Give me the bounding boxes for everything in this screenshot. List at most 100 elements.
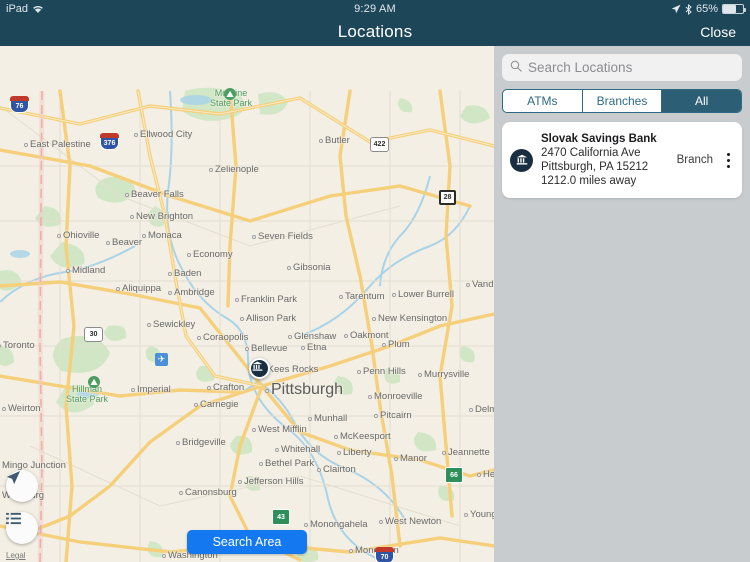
airport-icon: ✈	[155, 353, 168, 366]
map-town-dot	[238, 480, 242, 484]
highway-shield-376: 376	[100, 133, 119, 150]
map-town-dot	[57, 234, 61, 238]
segment-all[interactable]: All	[662, 90, 741, 112]
map-town-dot	[275, 448, 279, 452]
location-arrow-icon	[671, 4, 681, 14]
locations-panel: ATMsBranchesAll Slovak Savings Bank 2470 …	[494, 46, 750, 562]
battery-icon	[722, 4, 746, 14]
highway-shield-30: 30	[84, 327, 103, 342]
status-bar-right: 65%	[671, 0, 746, 18]
map-town-dot	[368, 395, 372, 399]
map-town-dot	[394, 457, 398, 461]
map-town-dot	[317, 468, 321, 472]
map-town-dot	[2, 407, 6, 411]
map-town-dot	[162, 554, 166, 558]
map-town-dot	[469, 408, 473, 412]
search-area-button[interactable]: Search Area	[187, 530, 307, 554]
location-distance: 1212.0 miles away	[541, 175, 637, 187]
search-container	[494, 46, 750, 87]
highway-shield-76: 76	[10, 96, 29, 113]
location-type-label: Branch	[676, 154, 713, 166]
locate-me-button[interactable]	[6, 470, 38, 502]
search-icon	[510, 59, 522, 77]
map-town-dot	[197, 336, 201, 340]
park-icon: ⛰	[224, 88, 236, 100]
list-item[interactable]: Slovak Savings Bank 2470 California Ave Pi…	[502, 122, 742, 198]
map-town-dot	[125, 193, 129, 197]
map-town-dot	[334, 435, 338, 439]
map-town-dot	[392, 293, 396, 297]
map-town-dot	[287, 266, 291, 270]
map-town-dot	[301, 346, 305, 350]
bluetooth-icon	[685, 3, 692, 15]
map-town-dot	[209, 168, 213, 172]
map-town-dot	[339, 295, 343, 299]
map-town-dot	[337, 451, 341, 455]
map-town-dot	[147, 323, 151, 327]
locations-screen: iPad 9:29 AM 65% Locations Close State P…	[0, 0, 750, 562]
map-town-dot	[319, 139, 323, 143]
map-town-dot	[240, 317, 244, 321]
close-button[interactable]: Close	[700, 18, 736, 46]
map-town-dot	[179, 491, 183, 495]
park-icon: ⛰	[88, 376, 100, 388]
highway-shield-28: 28	[439, 190, 456, 205]
map-town-dot	[245, 347, 249, 351]
navigation-bar: Locations Close	[0, 18, 750, 46]
search-input[interactable]	[528, 60, 734, 75]
map-town-dot	[168, 272, 172, 276]
map-town-dot	[304, 523, 308, 527]
bank-icon	[510, 148, 533, 172]
map-town-dot	[176, 441, 180, 445]
map-town-dot	[379, 520, 383, 524]
map-town-dot	[357, 370, 361, 374]
map-town-dot	[24, 143, 28, 147]
kebab-menu-icon[interactable]	[723, 152, 734, 168]
map-town-dot	[116, 287, 120, 291]
map-town-dot	[252, 428, 256, 432]
map-town-dot	[382, 343, 386, 347]
segment-atms[interactable]: ATMs	[503, 90, 583, 112]
clock: 9:29 AM	[354, 3, 396, 15]
status-bar: iPad 9:29 AM 65%	[0, 0, 750, 18]
highway-shield-70: 70	[375, 547, 394, 562]
map-town-dot	[288, 335, 292, 339]
map-town-dot	[130, 215, 134, 219]
map-town-dot	[207, 386, 211, 390]
map-legend-button[interactable]	[6, 512, 38, 544]
highway-shield-66: 66	[445, 467, 463, 483]
map-town-dot	[131, 388, 135, 392]
map-town-dot	[134, 133, 138, 137]
locations-list: Slovak Savings Bank 2470 California Ave Pi…	[502, 122, 742, 198]
location-city-state-zip: Pittsburgh, PA 15212	[541, 161, 649, 173]
map-town-dot	[265, 389, 269, 393]
map-town-dot	[374, 414, 378, 418]
legal-link[interactable]: Legal	[6, 551, 26, 560]
map-town-dot	[187, 253, 191, 257]
location-name: Slovak Savings Bank	[541, 133, 657, 145]
map-town-dot	[349, 549, 353, 553]
highway-shield-422: 422	[370, 137, 389, 152]
map-town-dot	[106, 241, 110, 245]
filter-segmented-control[interactable]: ATMs Branches All	[502, 89, 742, 113]
search-field[interactable]	[502, 54, 742, 81]
map-town-dot	[259, 462, 263, 466]
map-town-dot	[464, 513, 468, 517]
segment-branches[interactable]: Branches	[583, 90, 663, 112]
battery-percent-label: 65%	[695, 3, 718, 15]
map-town-dot	[142, 234, 146, 238]
list-item-details: Slovak Savings Bank 2470 California Ave Pi…	[541, 132, 669, 188]
map-view[interactable]: MoraineState ParkHillmanState ParkEast P…	[0, 46, 494, 562]
map-town-dot	[344, 334, 348, 338]
map-town-dot	[372, 317, 376, 321]
map-town-dot	[168, 291, 172, 295]
map-basemap	[0, 46, 494, 562]
map-town-dot	[252, 235, 256, 239]
map-town-dot	[66, 269, 70, 273]
map-town-dot	[308, 417, 312, 421]
map-town-dot	[418, 373, 422, 377]
map-town-dot	[235, 298, 239, 302]
map-town-dot	[477, 473, 481, 477]
bank-pin-icon[interactable]	[249, 358, 270, 379]
page-title: Locations	[337, 22, 413, 41]
